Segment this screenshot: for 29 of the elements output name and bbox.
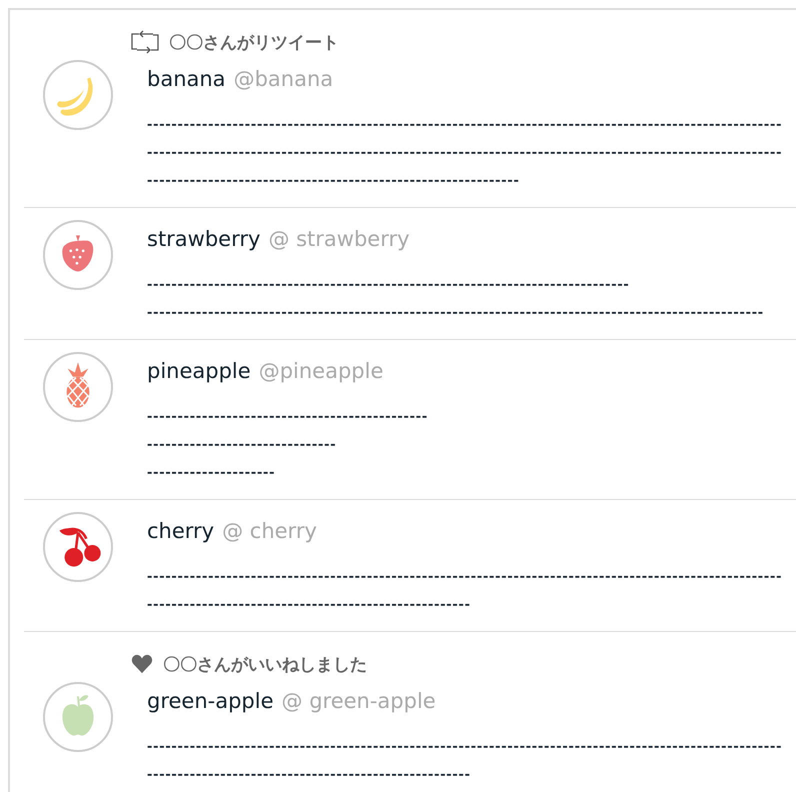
user-name[interactable]: banana xyxy=(147,64,226,94)
post-text: ---------------------------------------------- xyxy=(147,407,428,427)
banana-icon xyxy=(57,77,93,116)
post-text: -------------------------------------------------------------------------------------------------------- xyxy=(147,567,782,587)
user-name[interactable]: strawberry xyxy=(147,224,260,254)
post-text: --------------------- xyxy=(147,463,276,483)
user-name[interactable]: cherry xyxy=(147,516,214,546)
user-name[interactable]: green-apple xyxy=(147,686,274,716)
retweet-icon xyxy=(131,30,159,54)
post-text: ----------------------------------------------------------------------------------------------------- xyxy=(147,303,764,323)
post-text: -------------------------------------------------------------------------------------------------------- xyxy=(147,115,782,135)
post-text: ------------------------------------------------------------- xyxy=(147,171,520,191)
post-text: -------------------------------------------------------------------------------------------------------- xyxy=(147,737,782,757)
post-text: ------------------------------- xyxy=(147,435,336,455)
apple-icon xyxy=(62,695,94,736)
user-name[interactable]: pineapple xyxy=(147,356,251,386)
post[interactable]: pineapple @pineapple ---------------------------------------------- ------------------------------- --------------------- xyxy=(24,340,796,500)
heart-icon xyxy=(131,654,153,674)
activity-label: 〇〇さんがいいねしました xyxy=(163,654,367,676)
post-text: ----------------------------------------------------- xyxy=(147,765,471,785)
strawberry-icon xyxy=(62,235,94,272)
post[interactable]: cherry @ cherry -------------------------------------------------------------------------------------------------------- ----------------------------------------------------- xyxy=(24,500,796,632)
post-text: ----------------------------------------------------- xyxy=(147,595,471,615)
activity-label: 〇〇さんがリツイート xyxy=(169,32,339,54)
post[interactable]: 〇〇さんがいいねしました green-apple @ green-apple -------------------------------------------------------------------------------------------------------- ----------------------------------------------------- xyxy=(24,632,796,792)
post-text: ------------------------------------------------------------------------------- xyxy=(147,275,630,295)
post-text: -------------------------------------------------------------------------------------------------------- xyxy=(147,143,782,163)
pineapple-icon xyxy=(66,362,90,408)
cherry-icon xyxy=(59,528,101,567)
